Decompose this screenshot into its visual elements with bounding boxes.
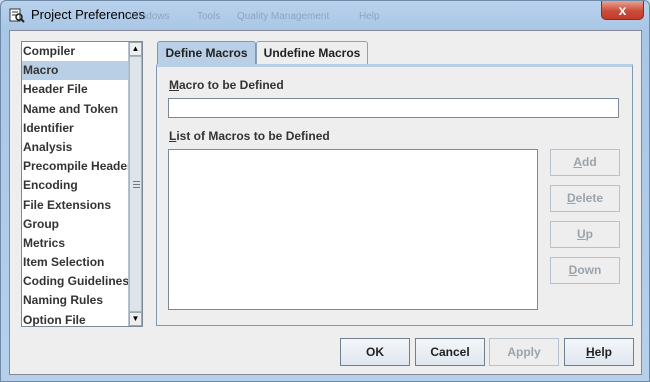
ghost-menu-help: Help xyxy=(359,11,380,22)
macro-field-label: Macro to be Defined xyxy=(169,78,284,92)
macro-list[interactable] xyxy=(168,149,538,310)
help-button[interactable]: Help xyxy=(564,338,634,366)
category-item-name-and-token[interactable]: Name and Token xyxy=(22,100,129,119)
add-button[interactable]: Add xyxy=(550,149,620,176)
dialog-window: Project Preferences Windows Tools Qualit… xyxy=(0,0,650,382)
button-label: own xyxy=(577,263,602,277)
tab-undefine-macros[interactable]: Undefine Macros xyxy=(256,41,368,64)
ghost-menu-windows: Windows xyxy=(129,11,170,22)
category-item-metrics[interactable]: Metrics xyxy=(22,234,129,253)
close-button[interactable]: x xyxy=(601,1,644,20)
category-item-file-extensions[interactable]: File Extensions xyxy=(22,196,129,215)
mnemonic: D xyxy=(566,191,576,205)
button-label: p xyxy=(585,227,593,241)
arrow-up-icon: ▲ xyxy=(131,44,140,53)
ok-button[interactable]: OK xyxy=(340,338,410,366)
category-item-macro[interactable]: Macro xyxy=(22,61,129,81)
macro-list-label: List of Macros to be Defined xyxy=(169,129,330,143)
macro-input[interactable] xyxy=(168,98,619,118)
category-item-encoding[interactable]: Encoding xyxy=(22,176,129,195)
app-icon xyxy=(9,8,25,23)
label-text: acro to be Defined xyxy=(179,78,284,92)
button-label: elp xyxy=(594,345,612,359)
category-list-items: Compiler Macro Header File Name and Token Id… xyxy=(22,42,132,326)
arrow-down-icon: ▼ xyxy=(131,314,140,323)
scroll-down-button[interactable]: ▼ xyxy=(129,312,142,326)
scroll-up-button[interactable]: ▲ xyxy=(129,42,142,56)
close-icon: x xyxy=(618,2,627,18)
dialog-content: Compiler Macro Header File Name and Token Id… xyxy=(9,30,642,375)
category-item-coding-guidelines[interactable]: Coding Guidelines xyxy=(22,272,129,291)
ghost-menu-tools: Tools xyxy=(197,11,221,22)
category-item-item-selection[interactable]: Item Selection xyxy=(22,253,129,272)
up-button[interactable]: Up xyxy=(550,221,620,248)
category-item-group[interactable]: Group xyxy=(22,215,129,234)
mnemonic: M xyxy=(169,78,179,92)
title-bar[interactable]: Project Preferences Windows Tools Qualit… xyxy=(1,1,649,31)
button-label: dd xyxy=(582,155,597,169)
grip-line xyxy=(133,181,140,182)
down-button[interactable]: Down xyxy=(550,257,620,284)
ghost-menu-quality-management: Quality Management xyxy=(237,11,330,22)
category-item-identifier[interactable]: Identifier xyxy=(22,119,129,138)
grip-line xyxy=(133,187,140,188)
category-item-compiler[interactable]: Compiler xyxy=(22,42,129,61)
delete-button[interactable]: Delete xyxy=(550,185,620,212)
mnemonic: U xyxy=(576,227,586,241)
grip-line xyxy=(133,184,140,185)
apply-button[interactable]: Apply xyxy=(489,338,559,366)
category-item-analysis[interactable]: Analysis xyxy=(22,138,129,157)
category-item-header-file[interactable]: Header File xyxy=(22,80,129,99)
scroll-thumb[interactable] xyxy=(129,56,142,312)
category-list[interactable]: Compiler Macro Header File Name and Token Id… xyxy=(21,41,143,327)
category-item-option-file[interactable]: Option File xyxy=(22,311,129,326)
cancel-button[interactable]: Cancel xyxy=(415,338,485,366)
mnemonic: A xyxy=(573,155,582,169)
tab-define-macros[interactable]: Define Macros xyxy=(157,41,256,64)
label-text: ist of Macros to be Defined xyxy=(176,129,330,143)
category-item-precompile-header[interactable]: Precompile Header xyxy=(22,157,132,176)
category-item-naming-rules[interactable]: Naming Rules xyxy=(22,291,129,310)
mnemonic: H xyxy=(585,345,595,359)
button-label: elete xyxy=(575,191,604,205)
category-scrollbar[interactable]: ▲ ▼ xyxy=(128,42,142,326)
